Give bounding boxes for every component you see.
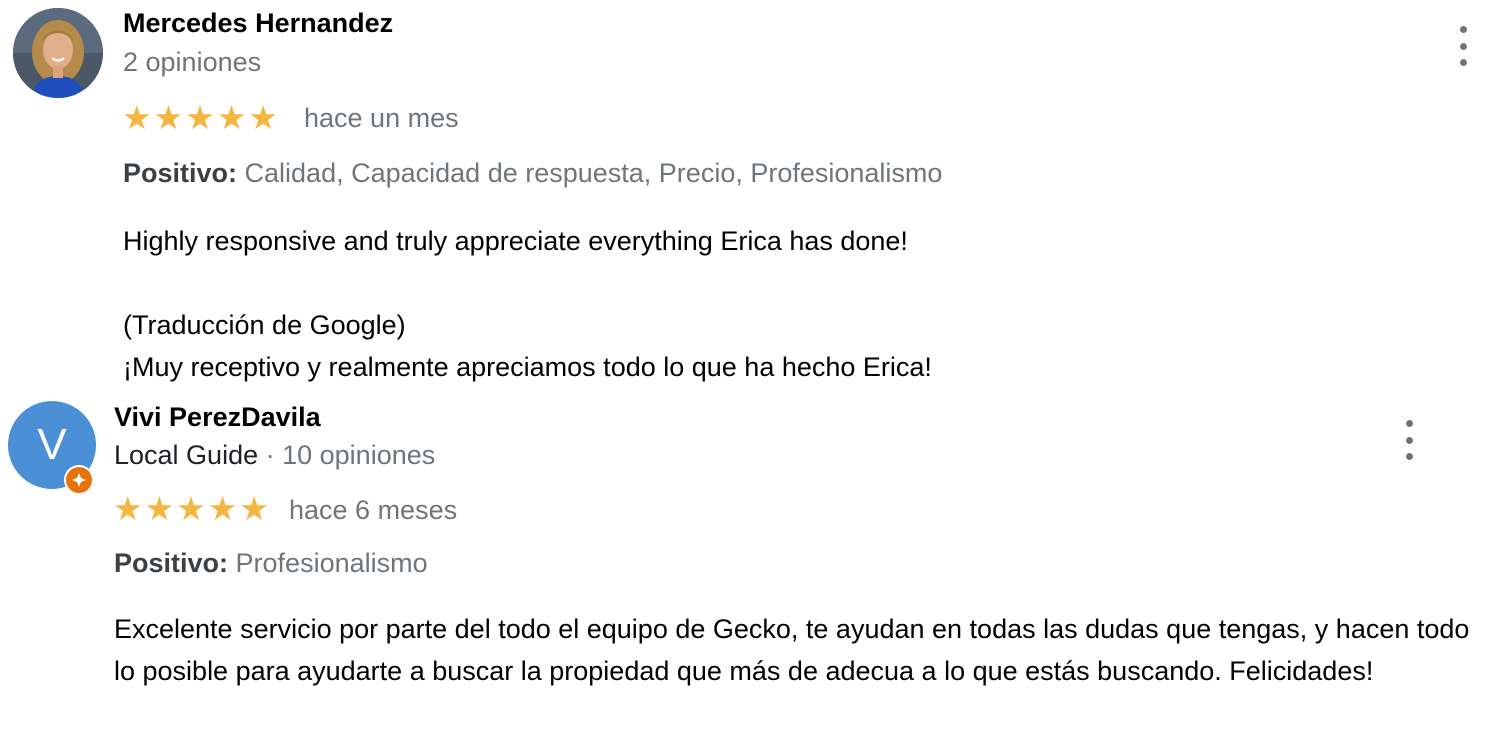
author-meta[interactable]: Local Guide · 10 opiniones xyxy=(114,440,435,471)
author-avatar[interactable] xyxy=(13,8,103,98)
review-time: hace 6 meses xyxy=(289,495,458,525)
local-guide-label: Local Guide xyxy=(114,440,259,470)
review-time: hace un mes xyxy=(304,103,459,133)
author-review-count: 10 opiniones xyxy=(282,440,436,470)
star-icon: ★ xyxy=(113,490,143,527)
review-text: Highly responsive and truly appreciate e… xyxy=(123,220,1423,388)
positive-attributes: Positivo: Profesionalismo xyxy=(114,548,428,579)
rating-stars: ★ ★ ★ ★ ★ xyxy=(113,492,269,525)
rating-stars: ★ ★ ★ ★ ★ xyxy=(122,101,278,134)
review-original-text: Excelente servicio por parte del todo el… xyxy=(114,614,1470,686)
positive-values: Profesionalismo xyxy=(235,548,428,578)
positive-attributes: Positivo: Calidad, Capacidad de respuest… xyxy=(123,158,942,189)
more-vert-icon[interactable] xyxy=(1399,420,1419,460)
star-icon: ★ xyxy=(122,99,152,136)
star-icon: ★ xyxy=(207,490,238,527)
star-icon: ★ xyxy=(216,99,247,136)
author-name[interactable]: Mercedes Hernandez xyxy=(123,8,393,39)
review-text: Excelente servicio por parte del todo el… xyxy=(114,608,1484,692)
star-icon: ★ xyxy=(153,99,184,136)
star-icon: ★ xyxy=(144,490,175,527)
review-translated-text: ¡Muy receptivo y realmente apreciamos to… xyxy=(123,352,932,382)
star-icon: ★ xyxy=(176,490,206,527)
positive-label: Positivo: xyxy=(114,548,229,578)
meta-separator: · xyxy=(258,440,283,470)
star-icon: ★ xyxy=(185,99,215,136)
more-vert-icon[interactable] xyxy=(1453,26,1473,66)
review-original-text: Highly responsive and truly appreciate e… xyxy=(123,226,908,256)
avatar-photo-icon xyxy=(13,8,103,98)
star-icon: ★ xyxy=(239,490,269,527)
local-guide-badge-icon xyxy=(64,465,94,495)
positive-label: Positivo: xyxy=(123,158,238,188)
star-icon: ★ xyxy=(248,99,278,136)
author-name[interactable]: Vivi PerezDavila xyxy=(114,402,321,433)
translation-label: (Traducción de Google) xyxy=(123,310,406,340)
author-avatar[interactable]: V xyxy=(8,401,98,495)
review-card: Mercedes Hernandez 2 opiniones ★ ★ ★ ★ ★… xyxy=(0,0,1490,392)
review-card: V Vivi PerezDavila Local Guide · 10 opin… xyxy=(0,392,1490,730)
author-review-count[interactable]: 2 opiniones xyxy=(123,47,261,78)
positive-values: Calidad, Capacidad de respuesta, Precio,… xyxy=(244,158,943,188)
